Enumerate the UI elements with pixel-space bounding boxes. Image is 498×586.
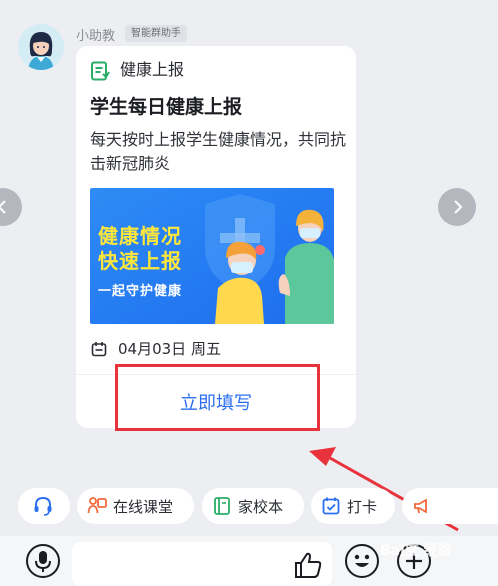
card-app-name: 健康上报	[120, 60, 185, 79]
quick-action-checkin[interactable]: 打卡	[311, 488, 395, 524]
quick-action-label: 家校本	[238, 497, 284, 516]
quick-action-homework[interactable]: 家校本	[202, 488, 304, 524]
quick-action-label: 在线课堂	[113, 497, 174, 516]
banner-headline-1: 健康情况	[98, 224, 182, 248]
quick-action-support[interactable]	[18, 488, 70, 524]
card-banner-image[interactable]: 健康情况 快速上报 一起守护健康	[90, 188, 334, 324]
next-button[interactable]	[438, 188, 476, 226]
quick-action-online-class[interactable]: 在线课堂	[77, 488, 194, 524]
sender-name: 小助教	[76, 29, 116, 44]
card-description: 每天按时上报学生健康情况，共同抗击新冠肺炎	[90, 130, 347, 173]
calendar-icon	[91, 342, 107, 357]
voice-input-button[interactable]	[26, 544, 60, 578]
sender-avatar[interactable]	[18, 24, 64, 70]
chevron-right-icon	[454, 200, 463, 214]
check-in-icon	[322, 497, 340, 515]
previous-button[interactable]	[0, 188, 22, 226]
online-class-icon	[87, 497, 107, 514]
card-title: 学生每日健康上报	[90, 96, 243, 118]
teacher-avatar-icon	[18, 24, 64, 70]
quick-action-notice[interactable]	[402, 488, 498, 524]
quick-action-label: 打卡	[347, 497, 378, 516]
emoji-button[interactable]	[345, 544, 379, 578]
megaphone-icon	[414, 498, 427, 514]
card-date: 04月03日 周五	[118, 340, 221, 358]
microphone-icon	[35, 551, 51, 572]
banner-subline: 一起守护健康	[98, 284, 183, 299]
sender-role-badge: 智能群助手	[125, 25, 187, 42]
headset-icon	[34, 496, 52, 516]
watermark: Bai度 经验	[380, 543, 452, 559]
thumbs-up-icon[interactable]	[293, 551, 323, 579]
chevron-left-icon	[0, 200, 6, 214]
health-report-app-icon	[91, 61, 110, 81]
smiley-icon	[354, 554, 370, 567]
notebook-icon	[214, 497, 230, 515]
banner-headline-2: 快速上报	[98, 249, 182, 273]
highlight-box	[115, 364, 320, 431]
